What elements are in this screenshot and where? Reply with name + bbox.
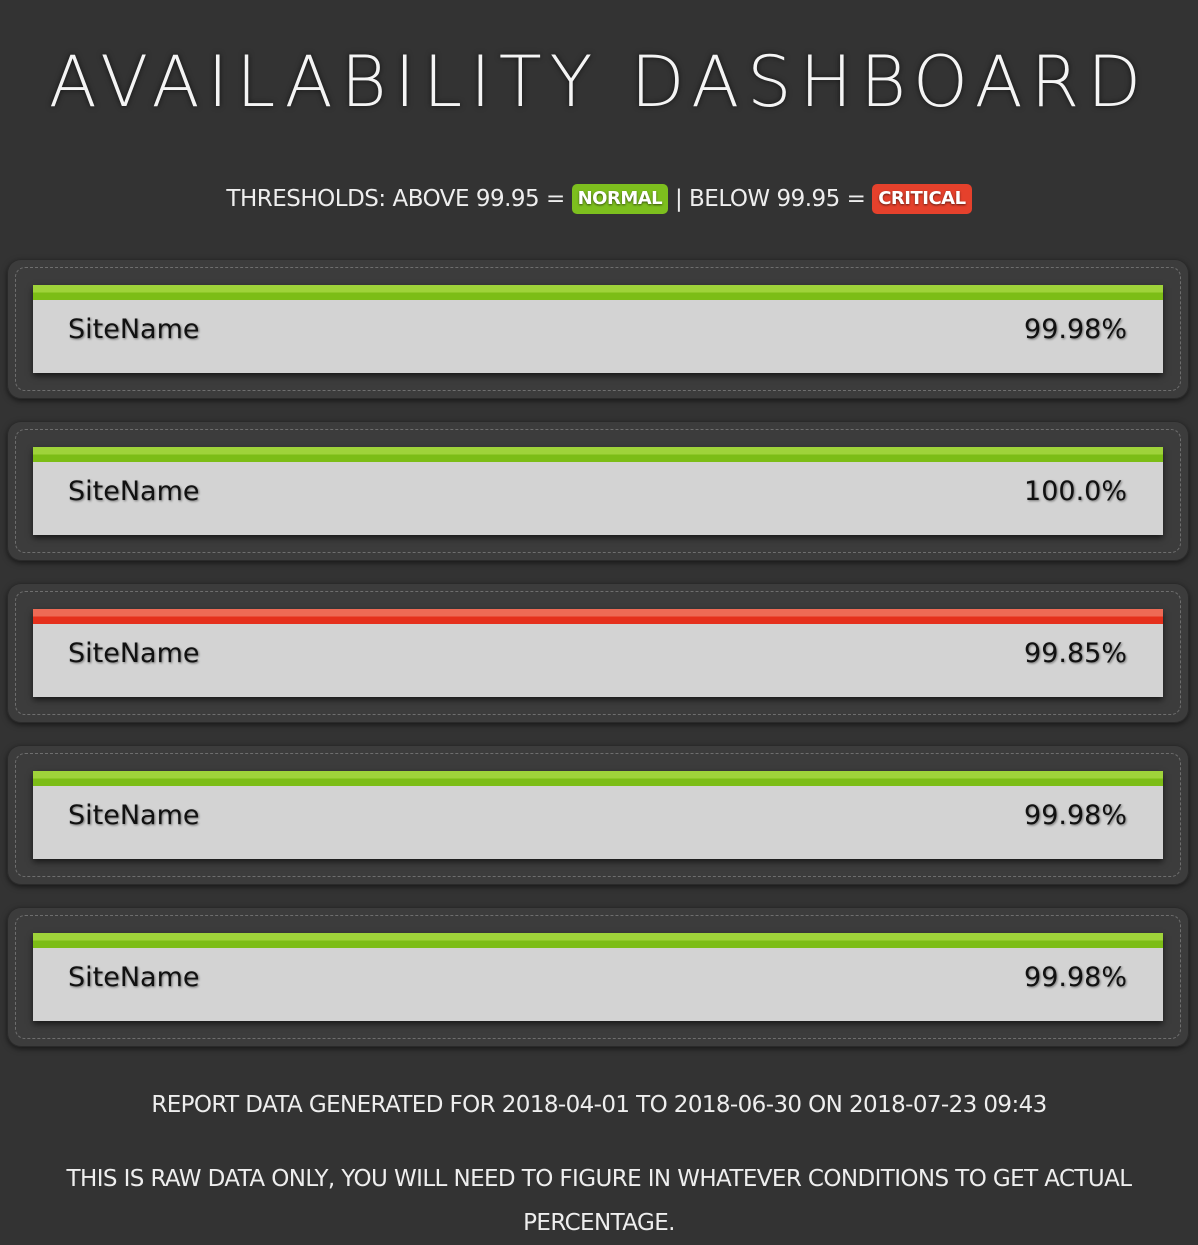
site-card: SiteName 99.98%	[7, 907, 1189, 1047]
availability-value: 99.98%	[1024, 962, 1127, 993]
availability-value: 99.98%	[1024, 314, 1127, 345]
status-bar	[33, 447, 1163, 462]
site-name: SiteName	[68, 638, 200, 669]
site-status-tile[interactable]: SiteName 99.85%	[33, 609, 1163, 697]
critical-badge: CRITICAL	[872, 184, 972, 214]
thresholds-prefix: THRESHOLDS: ABOVE 99.95 =	[226, 186, 565, 212]
availability-value: 100.0%	[1024, 476, 1127, 507]
report-generated-text: REPORT DATA GENERATED FOR 2018-04-01 TO …	[151, 1092, 1047, 1118]
page-title: AVAILABILITY DASHBOARD	[48, 41, 1150, 123]
status-bar	[33, 285, 1163, 300]
availability-value: 99.98%	[1024, 800, 1127, 831]
site-name: SiteName	[68, 314, 200, 345]
availability-value: 99.85%	[1024, 638, 1127, 669]
site-card: SiteName 99.98%	[7, 259, 1189, 399]
site-name: SiteName	[68, 476, 200, 507]
status-bar	[33, 933, 1163, 948]
thresholds-legend: THRESHOLDS: ABOVE 99.95 = NORMAL | BELOW…	[0, 183, 1198, 215]
raw-data-note: THIS IS RAW DATA ONLY, YOU WILL NEED TO …	[66, 1166, 1133, 1236]
site-status-tile[interactable]: SiteName 99.98%	[33, 933, 1163, 1021]
site-status-tile[interactable]: SiteName 99.98%	[33, 285, 1163, 373]
status-bar	[33, 771, 1163, 786]
site-card: SiteName 99.98%	[7, 745, 1189, 885]
site-card: SiteName 99.85%	[7, 583, 1189, 723]
thresholds-separator: | BELOW 99.95 =	[674, 186, 866, 212]
site-name: SiteName	[68, 962, 200, 993]
site-list: SiteName 99.98% SiteName 100.0% SiteName…	[7, 259, 1189, 1069]
site-name: SiteName	[68, 800, 200, 831]
normal-badge: NORMAL	[571, 184, 669, 214]
site-status-tile[interactable]: SiteName 99.98%	[33, 771, 1163, 859]
site-status-tile[interactable]: SiteName 100.0%	[33, 447, 1163, 535]
site-card: SiteName 100.0%	[7, 421, 1189, 561]
status-bar	[33, 609, 1163, 624]
